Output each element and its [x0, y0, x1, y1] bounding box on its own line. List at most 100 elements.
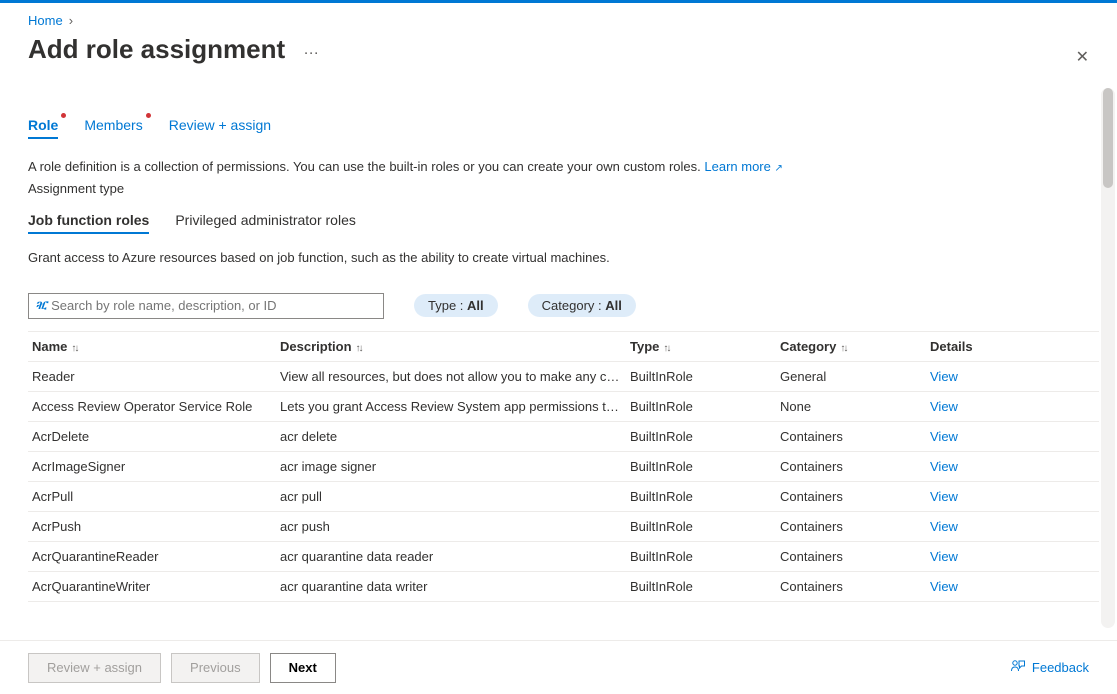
sort-icon: ↑↓ — [840, 343, 846, 354]
role-category: Containers — [780, 429, 930, 444]
filter-category-pill[interactable]: Category : All — [528, 294, 636, 317]
role-description: Lets you grant Access Review System app … — [280, 399, 630, 414]
filter-category-prefix: Category : — [542, 298, 606, 313]
learn-more-label: Learn more — [704, 159, 770, 174]
view-link[interactable]: View — [930, 579, 1030, 594]
table-row[interactable]: AcrPullacr pullBuiltInRoleContainersView — [28, 482, 1099, 512]
role-description: View all resources, but does not allow y… — [280, 369, 630, 384]
view-link[interactable]: View — [930, 519, 1030, 534]
role-description: acr push — [280, 519, 630, 534]
role-type: BuiltInRole — [630, 489, 780, 504]
role-name: Reader — [32, 369, 280, 384]
role-type: BuiltInRole — [630, 429, 780, 444]
role-description: acr quarantine data writer — [280, 579, 630, 594]
role-category: Containers — [780, 459, 930, 474]
role-category: Containers — [780, 519, 930, 534]
role-type: BuiltInRole — [630, 549, 780, 564]
sort-icon: ↑↓ — [356, 343, 362, 354]
table-row[interactable]: AcrDeleteacr deleteBuiltInRoleContainers… — [28, 422, 1099, 452]
close-icon: ✕ — [1076, 49, 1089, 66]
review-assign-button[interactable]: Review + assign — [28, 653, 161, 683]
role-name: AcrQuarantineWriter — [32, 579, 280, 594]
sort-icon: ↑↓ — [71, 343, 77, 354]
role-type: BuiltInRole — [630, 369, 780, 384]
table-row[interactable]: AcrQuarantineWriteracr quarantine data w… — [28, 572, 1099, 602]
col-category[interactable]: Category↑↓ — [780, 339, 930, 354]
role-description: acr delete — [280, 429, 630, 444]
footer: Review + assign Previous Next Feedback — [0, 640, 1117, 694]
tab-role[interactable]: Role — [28, 117, 58, 139]
assignment-type-label: Assignment type — [28, 181, 1099, 196]
more-actions-button[interactable]: … — [299, 37, 324, 63]
sort-icon: ↑↓ — [663, 343, 669, 354]
scrollbar[interactable] — [1101, 88, 1115, 628]
subtab-privileged-administrator-roles[interactable]: Privileged administrator roles — [175, 212, 356, 234]
chevron-right-icon: › — [69, 13, 73, 28]
role-name: AcrPull — [32, 489, 280, 504]
role-type: BuiltInRole — [630, 459, 780, 474]
role-name: AcrQuarantineReader — [32, 549, 280, 564]
role-category: General — [780, 369, 930, 384]
role-description: acr image signer — [280, 459, 630, 474]
feedback-label: Feedback — [1032, 660, 1089, 675]
external-link-icon: ↗ — [774, 163, 782, 174]
role-type: BuiltInRole — [630, 579, 780, 594]
subtab-description: Grant access to Azure resources based on… — [28, 250, 1099, 265]
view-link[interactable]: View — [930, 429, 1030, 444]
view-link[interactable]: View — [930, 549, 1030, 564]
role-name: Access Review Operator Service Role — [32, 399, 280, 414]
role-category: Containers — [780, 489, 930, 504]
search-icon: ⶲ — [35, 297, 47, 314]
role-name: AcrDelete — [32, 429, 280, 444]
role-category: None — [780, 399, 930, 414]
col-type[interactable]: Type↑↓ — [630, 339, 780, 354]
required-dot-icon — [61, 113, 66, 118]
subtabs: Job function roles Privileged administrat… — [28, 212, 1099, 234]
learn-more-link[interactable]: Learn more ↗ — [704, 159, 783, 174]
table-row[interactable]: AcrImageSigneracr image signerBuiltInRol… — [28, 452, 1099, 482]
breadcrumb: Home › — [28, 13, 1099, 28]
table-row[interactable]: Access Review Operator Service RoleLets … — [28, 392, 1099, 422]
required-dot-icon — [146, 113, 151, 118]
col-details: Details — [930, 339, 1030, 354]
table-row[interactable]: AcrPushacr pushBuiltInRoleContainersView — [28, 512, 1099, 542]
intro-text-content: A role definition is a collection of per… — [28, 159, 701, 174]
table-row[interactable]: ReaderView all resources, but does not a… — [28, 362, 1099, 392]
role-type: BuiltInRole — [630, 519, 780, 534]
feedback-link[interactable]: Feedback — [1010, 658, 1089, 677]
role-name: AcrImageSigner — [32, 459, 280, 474]
view-link[interactable]: View — [930, 399, 1030, 414]
breadcrumb-home[interactable]: Home — [28, 13, 63, 28]
role-name: AcrPush — [32, 519, 280, 534]
intro-text: A role definition is a collection of per… — [28, 157, 1099, 177]
role-category: Containers — [780, 579, 930, 594]
view-link[interactable]: View — [930, 489, 1030, 504]
feedback-icon — [1010, 658, 1026, 677]
view-link[interactable]: View — [930, 459, 1030, 474]
col-name[interactable]: Name↑↓ — [32, 339, 280, 354]
filter-type-value: All — [467, 298, 484, 313]
previous-button[interactable]: Previous — [171, 653, 260, 683]
tab-review-assign[interactable]: Review + assign — [169, 117, 271, 139]
next-button[interactable]: Next — [270, 653, 336, 683]
view-link[interactable]: View — [930, 369, 1030, 384]
role-description: acr quarantine data reader — [280, 549, 630, 564]
role-type: BuiltInRole — [630, 399, 780, 414]
search-box[interactable]: ⶲ — [28, 293, 384, 319]
filter-category-value: All — [605, 298, 622, 313]
close-button[interactable]: ✕ — [1076, 47, 1089, 67]
tabs: Role Members Review + assign — [28, 117, 1099, 139]
tab-members[interactable]: Members — [84, 117, 142, 139]
col-description[interactable]: Description↑↓ — [280, 339, 630, 354]
scrollbar-thumb[interactable] — [1103, 88, 1113, 188]
role-category: Containers — [780, 549, 930, 564]
search-input[interactable] — [51, 298, 377, 313]
filter-type-pill[interactable]: Type : All — [414, 294, 498, 317]
table-row[interactable]: AcrQuarantineReaderacr quarantine data r… — [28, 542, 1099, 572]
role-description: acr pull — [280, 489, 630, 504]
roles-table: Name↑↓ Description↑↓ Type↑↓ Category↑↓ D… — [28, 331, 1099, 602]
table-header: Name↑↓ Description↑↓ Type↑↓ Category↑↓ D… — [28, 332, 1099, 362]
page-title: Add role assignment — [28, 34, 285, 65]
filter-type-prefix: Type : — [428, 298, 467, 313]
subtab-job-function-roles[interactable]: Job function roles — [28, 212, 149, 234]
